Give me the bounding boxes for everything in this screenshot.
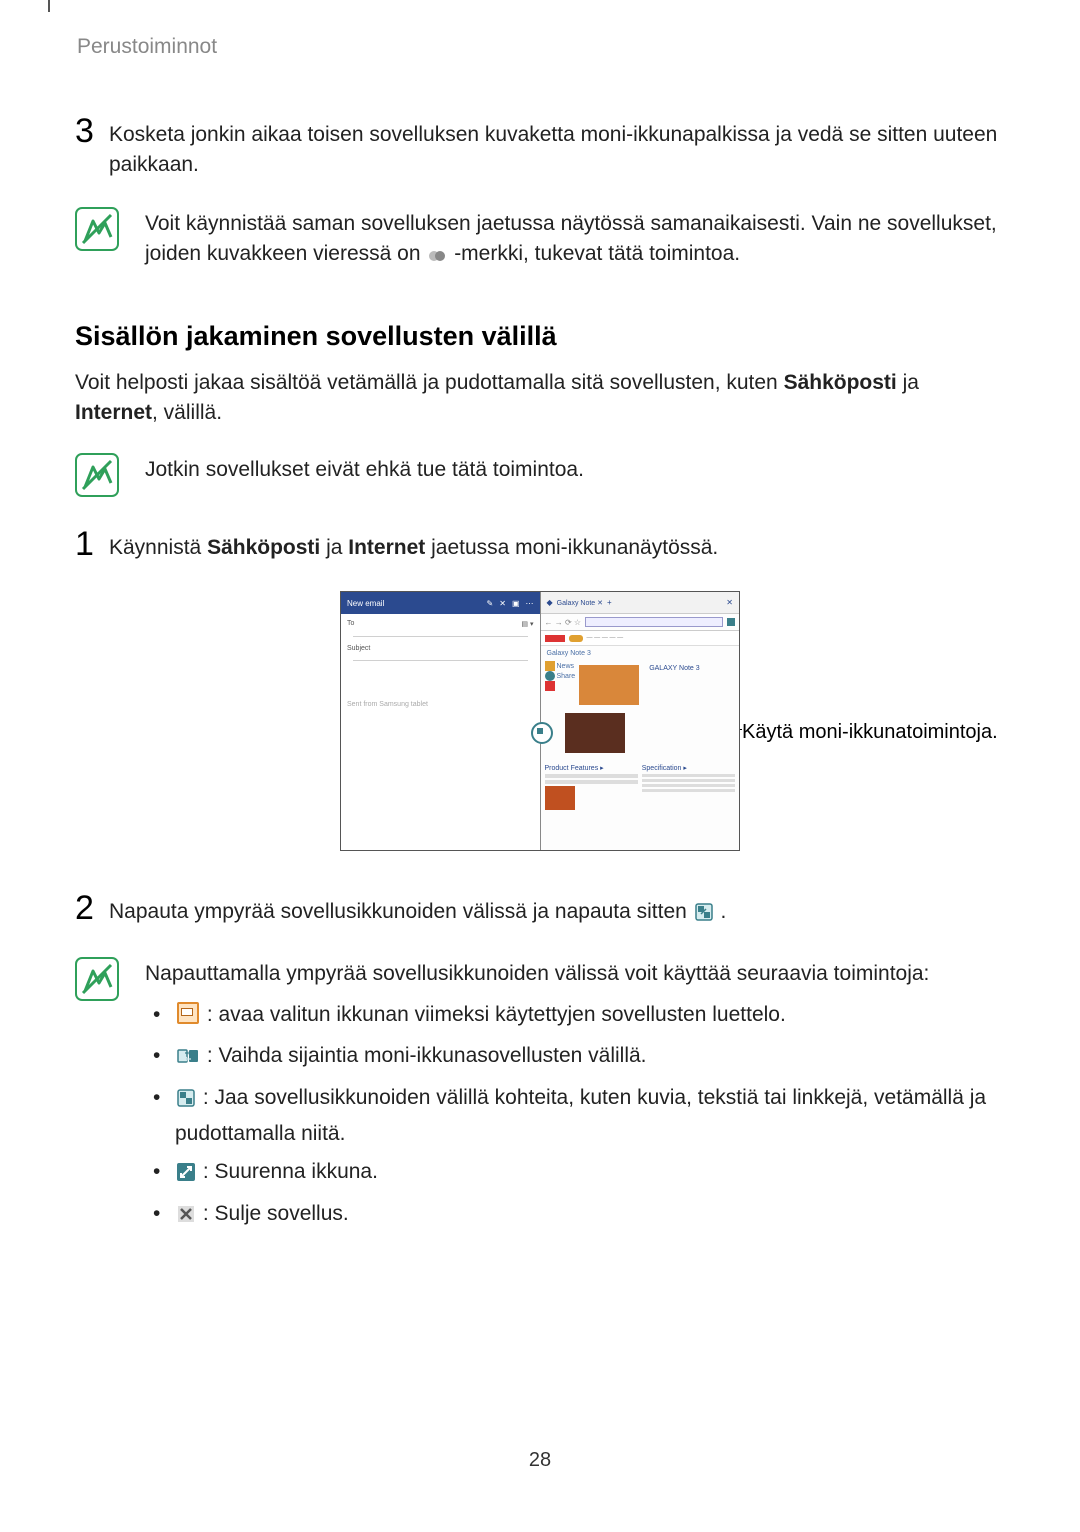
intro-part2: ja <box>897 371 919 394</box>
note3-intro: Napauttamalla ympyrää sovellusikkunoiden… <box>145 959 1005 989</box>
drag-drop-icon <box>695 900 713 930</box>
bullet-recent-text: : avaa valitun ikkunan viimeksi käytetty… <box>201 1003 786 1026</box>
step-1-text: Käynnistä Sähköposti ja Internet jaetuss… <box>109 527 718 563</box>
step1-part1: Käynnistä <box>109 536 207 559</box>
note3-bullet-list: : avaa valitun ikkunan viimeksi käytetty… <box>145 999 1005 1233</box>
top-rule <box>48 0 50 12</box>
intro-para: Voit helposti jakaa sisältöä vetämällä j… <box>75 368 1005 429</box>
note-2: Jotkin sovellukset eivät ehkä tue tätä t… <box>75 451 1005 497</box>
step1-part2: ja <box>320 536 348 559</box>
step2-part2: . <box>721 900 727 923</box>
figure-callout: Käytä moni-ikkunatoimintoja. <box>742 719 998 745</box>
step1-bold1: Sähköposti <box>207 536 320 559</box>
note1-line2: -merkki, tukevat tätä toimintoa. <box>454 242 740 265</box>
figure-browser-pane: ◆Galaxy Note ✕+ ✕ ← → ⟳ ☆ — — — — — Gala… <box>541 592 740 850</box>
close-icon <box>177 1201 195 1234</box>
step-2-text: Napauta ympyrää sovellusikkunoiden välis… <box>109 891 726 930</box>
bullet-swap-text: : Vaihda sijaintia moni-ikkunasovelluste… <box>201 1044 647 1067</box>
step-3-text: Kosketa jonkin aikaa toisen sovelluksen … <box>109 114 1005 181</box>
multiwindow-handle-icon <box>531 722 553 744</box>
bullet-maximize: : Suurenna ikkuna. <box>145 1156 1005 1192</box>
note-icon <box>75 207 119 251</box>
swap-position-icon <box>177 1043 199 1076</box>
step-3-block: 3 Kosketa jonkin aikaa toisen sovellukse… <box>75 114 1005 181</box>
bullet-share-text: : Jaa sovellusikkunoiden välillä kohteit… <box>175 1086 986 1145</box>
note-1: Voit käynnistää saman sovelluksen jaetus… <box>75 205 1005 273</box>
step2-part1: Napauta ympyrää sovellusikkunoiden välis… <box>109 900 693 923</box>
page-number: 28 <box>75 1449 1005 1472</box>
section-heading: Sisällön jakaminen sovellusten välillä <box>75 321 1005 352</box>
figure-email-pane: New email ✎✕▣⋯ To▤ ▾ Subject Sent from S… <box>341 592 541 850</box>
step-number-2: 2 <box>75 891 109 925</box>
step-1-block: 1 Käynnistä Sähköposti ja Internet jaetu… <box>75 527 1005 563</box>
note-icon <box>75 957 119 1001</box>
step-number-3: 3 <box>75 114 109 148</box>
bullet-maximize-text: : Suurenna ikkuna. <box>197 1160 378 1183</box>
maximize-icon <box>177 1159 195 1192</box>
recent-apps-icon <box>177 1002 199 1035</box>
step-number-1: 1 <box>75 527 109 561</box>
bullet-close: : Sulje sovellus. <box>145 1198 1005 1234</box>
share-between-icon <box>177 1085 195 1118</box>
figure-wrap: New email ✎✕▣⋯ To▤ ▾ Subject Sent from S… <box>75 591 1005 851</box>
fig-browser-titlebar: ◆Galaxy Note ✕+ ✕ <box>541 592 740 614</box>
note-2-text: Jotkin sovellukset eivät ehkä tue tätä t… <box>145 451 584 485</box>
fig-email-titlebar: New email ✎✕▣⋯ <box>341 592 540 614</box>
intro-part3: , välillä. <box>152 401 222 424</box>
note-1-text: Voit käynnistää saman sovelluksen jaetus… <box>145 205 1005 273</box>
note-3: Napauttamalla ympyrää sovellusikkunoiden… <box>75 955 1005 1240</box>
dual-circle-icon <box>428 242 446 272</box>
bullet-swap: : Vaihda sijaintia moni-ikkunasovelluste… <box>145 1040 1005 1076</box>
intro-part1: Voit helposti jakaa sisältöä vetämällä j… <box>75 371 784 394</box>
step1-part3: jaetussa moni-ikkunanäytössä. <box>425 536 718 559</box>
page-header: Perustoiminnot <box>77 35 1005 59</box>
intro-bold2: Internet <box>75 401 152 424</box>
screenshot-figure: New email ✎✕▣⋯ To▤ ▾ Subject Sent from S… <box>340 591 740 851</box>
intro-bold1: Sähköposti <box>784 371 897 394</box>
step1-bold2: Internet <box>348 536 425 559</box>
note-icon <box>75 453 119 497</box>
note-3-content: Napauttamalla ympyrää sovellusikkunoiden… <box>145 955 1005 1240</box>
bullet-share: : Jaa sovellusikkunoiden välillä kohteit… <box>145 1082 1005 1150</box>
bullet-close-text: : Sulje sovellus. <box>197 1202 349 1225</box>
step-2-block: 2 Napauta ympyrää sovellusikkunoiden väl… <box>75 891 1005 930</box>
bullet-recent: : avaa valitun ikkunan viimeksi käytetty… <box>145 999 1005 1035</box>
